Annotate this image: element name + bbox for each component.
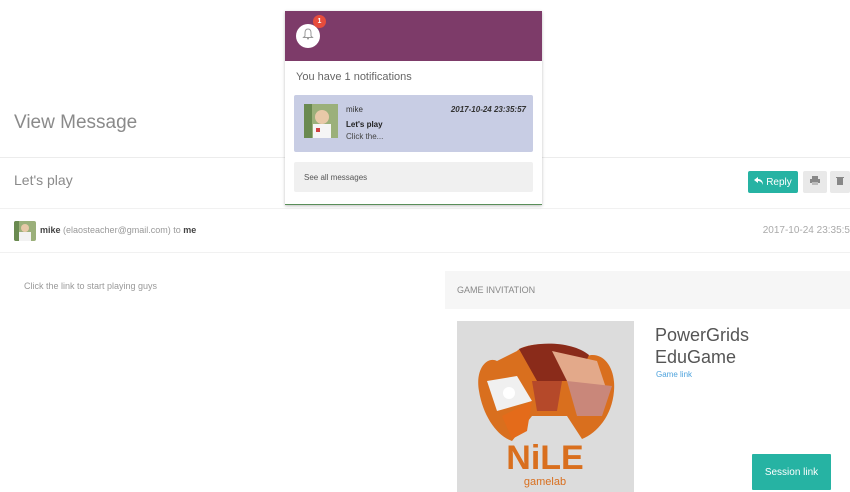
notification-preview: Click the... [346, 132, 384, 141]
notification-item[interactable]: mike 2017-10-24 23:35:57 Let's play Clic… [294, 95, 533, 152]
bell-icon [302, 27, 314, 45]
sender-name: mike [40, 225, 61, 235]
notification-count-badge: 1 [313, 15, 326, 28]
game-logo-image: NiLE gamelab [457, 321, 634, 492]
notifications-dropdown: 1 You have 1 notifications mike 2017-10-… [285, 11, 542, 205]
session-link-button[interactable]: Session link [752, 454, 831, 490]
logo-text: NiLE [506, 439, 583, 477]
reply-label: Reply [766, 176, 792, 188]
print-button[interactable] [803, 171, 827, 193]
notification-date: 2017-10-24 23:35:57 [450, 105, 526, 114]
recipient: me [183, 225, 197, 235]
notifications-summary: You have 1 notifications [296, 71, 412, 83]
sender-avatar [14, 221, 36, 241]
see-all-messages-link[interactable]: See all messages [294, 162, 533, 192]
divider [0, 252, 850, 253]
reply-button[interactable]: Reply [748, 171, 798, 193]
game-link[interactable]: Game link [656, 370, 692, 379]
game-title: PowerGrids EduGame [655, 325, 750, 367]
trash-icon [836, 176, 844, 188]
to-text: to [173, 225, 181, 235]
divider [0, 208, 850, 209]
page-title: View Message [14, 112, 138, 133]
notification-avatar [304, 104, 338, 138]
print-icon [810, 176, 820, 188]
reply-icon [754, 176, 764, 188]
message-date: 2017-10-24 23:35:5 [762, 225, 850, 236]
message-subject: Let's play [14, 172, 73, 188]
notifications-header: 1 [285, 11, 542, 61]
delete-button[interactable] [830, 171, 850, 193]
message-body: Click the link to start playing guys [24, 281, 158, 291]
logo-subtext: gamelab [524, 476, 566, 488]
notification-sender: mike [346, 105, 363, 114]
notification-subject: Let's play [346, 120, 383, 129]
invitation-header: GAME INVITATION [445, 271, 850, 309]
sender-line: mike (elaosteacher@gmail.com) to me [40, 225, 196, 235]
sender-email: (elaosteacher@gmail.com) [63, 225, 171, 235]
